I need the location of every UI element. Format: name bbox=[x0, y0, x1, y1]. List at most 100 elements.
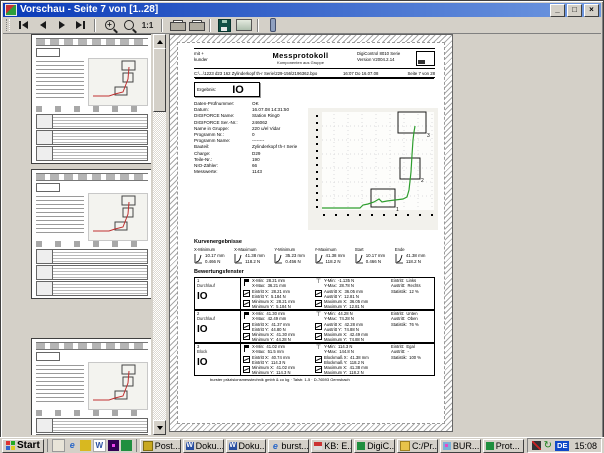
first-page-button[interactable] bbox=[14, 18, 33, 32]
window-label-2: 2 bbox=[421, 178, 424, 184]
thumb-curve bbox=[89, 59, 145, 103]
close-button[interactable]: × bbox=[584, 4, 599, 17]
page-indicator: Seite 7 von 28 bbox=[399, 71, 435, 76]
folder-icon bbox=[400, 441, 410, 451]
thumbnail-scrollbar[interactable] bbox=[153, 34, 166, 435]
thumb-result-box bbox=[36, 183, 60, 192]
protocol-header: mit + kunder Messprotokoll Komponenten a… bbox=[194, 48, 435, 69]
window-title: Vorschau - Seite 7 von [1..28] bbox=[20, 3, 158, 17]
curve-result: Y-Maximum 41.38 mm118.2 N bbox=[315, 247, 355, 264]
mini-curve-icon bbox=[274, 253, 283, 264]
curve-result: X-Maximum 41.38 mm118.2 N bbox=[234, 247, 274, 264]
window-icon bbox=[243, 366, 250, 373]
attach-button[interactable] bbox=[263, 18, 282, 32]
page-content-area: mit + kunder Messprotokoll Komponenten a… bbox=[177, 42, 445, 424]
language-indicator[interactable]: DE bbox=[555, 441, 569, 451]
header-left-line2: kunder bbox=[194, 57, 244, 63]
save-button[interactable] bbox=[215, 18, 234, 32]
toolbar-grip[interactable] bbox=[6, 19, 10, 31]
minimize-button[interactable]: _ bbox=[550, 4, 565, 17]
window-icon bbox=[315, 356, 322, 363]
threshold-icon bbox=[315, 279, 322, 286]
task-button-digic[interactable]: DigiC... bbox=[354, 439, 395, 453]
protocol-icon bbox=[486, 442, 494, 450]
task-button-doku2[interactable]: WDoku... bbox=[226, 439, 267, 453]
flag-icon bbox=[243, 279, 250, 286]
internet-explorer-icon[interactable]: e bbox=[67, 440, 78, 451]
taskbar-clock[interactable]: 15:08 bbox=[572, 441, 597, 451]
window-icon bbox=[315, 300, 322, 307]
green-app-icon[interactable] bbox=[121, 440, 132, 451]
task-button-kb[interactable]: KB: E... bbox=[311, 439, 352, 453]
preview-client-area: mit + kunder Messprotokoll Komponenten a… bbox=[3, 34, 601, 435]
previous-page-icon bbox=[40, 21, 46, 29]
muted-speaker-icon[interactable] bbox=[532, 441, 541, 450]
yellow-app-icon[interactable] bbox=[80, 440, 91, 451]
task-button-doku1[interactable]: WDoku... bbox=[183, 439, 224, 453]
printer-setup-icon bbox=[189, 20, 203, 31]
show-desktop-icon[interactable] bbox=[52, 439, 65, 452]
digicontrol-icon bbox=[357, 442, 365, 450]
page-thumbnail[interactable] bbox=[31, 169, 151, 299]
task-button-bur[interactable]: BUR... bbox=[440, 439, 481, 453]
mini-curve-icon bbox=[355, 253, 364, 264]
scroll-up-button[interactable] bbox=[153, 34, 166, 49]
image-icon bbox=[236, 19, 252, 31]
task-button-prot[interactable]: Prot... bbox=[483, 439, 524, 453]
sync-icon[interactable]: ↻ bbox=[544, 441, 552, 451]
task-button-cpr[interactable]: C:/Pr... bbox=[397, 439, 438, 453]
zoom-100-button[interactable]: 1:1 bbox=[138, 18, 157, 32]
thumbnail-panel bbox=[3, 34, 151, 435]
scroll-down-button[interactable] bbox=[153, 420, 166, 435]
curve-result: Y-Minimum 35.23 mm0.456 N bbox=[274, 247, 314, 264]
window-icon bbox=[315, 366, 322, 373]
print-datetime: 16:07 Do 16.07.08 bbox=[343, 71, 399, 76]
restore-button[interactable]: □ bbox=[567, 4, 582, 17]
protocol-title: Messprotokoll bbox=[244, 51, 357, 60]
thumb-chart bbox=[88, 58, 148, 106]
next-page-icon bbox=[59, 21, 65, 29]
evaluation-table: 1 Durchlauf IO X-Min: 28.21 mmX-Max: 36.… bbox=[194, 277, 435, 376]
previous-page-button[interactable] bbox=[33, 18, 52, 32]
zoom-100-icon: 1:1 bbox=[142, 21, 154, 30]
attachment-icon bbox=[270, 18, 276, 32]
task-button-burst[interactable]: eburst... bbox=[268, 439, 309, 453]
flag-icon bbox=[243, 345, 250, 352]
company-logo bbox=[416, 51, 435, 66]
toolbar-separator bbox=[209, 19, 211, 32]
printer-icon bbox=[170, 20, 184, 31]
task-button-post[interactable]: Post... bbox=[140, 439, 181, 453]
arrow-up-icon bbox=[157, 40, 163, 44]
threshold-icon bbox=[315, 345, 322, 352]
mini-curve-icon bbox=[395, 253, 404, 264]
thumb-curve bbox=[89, 363, 145, 407]
thumb-curve bbox=[89, 194, 145, 238]
last-page-button[interactable] bbox=[71, 18, 90, 32]
toolbar-separator bbox=[161, 19, 163, 32]
print-button[interactable] bbox=[167, 18, 186, 32]
export-image-button[interactable] bbox=[234, 18, 253, 32]
next-page-button[interactable] bbox=[52, 18, 71, 32]
quick-launch: e W bbox=[47, 439, 137, 452]
thumb-chart bbox=[88, 362, 148, 410]
title-bar[interactable]: Vorschau - Seite 7 von [1..28] _ □ × bbox=[3, 3, 601, 17]
result-value: IO bbox=[219, 84, 257, 96]
zoom-in-button[interactable]: + bbox=[100, 18, 119, 32]
measurement-chart: 1 2 3 bbox=[308, 108, 438, 230]
start-button[interactable]: Start bbox=[2, 439, 44, 453]
word-icon[interactable]: W bbox=[93, 439, 106, 452]
print-setup-button[interactable] bbox=[186, 18, 205, 32]
protocol-subtitle: Komponenten aus Gruppe bbox=[244, 60, 357, 65]
curve-result: Start 10.17 mm0.466 N bbox=[355, 247, 395, 264]
page-thumbnail[interactable] bbox=[31, 338, 151, 435]
thumb-result-box bbox=[36, 48, 60, 57]
window-icon bbox=[243, 333, 250, 340]
arrow-down-icon bbox=[157, 426, 163, 430]
zoom-out-button[interactable] bbox=[119, 18, 138, 32]
media-app-icon[interactable] bbox=[108, 440, 119, 451]
mini-curve-icon bbox=[234, 253, 243, 264]
page-thumbnail[interactable] bbox=[31, 34, 151, 164]
window-icon bbox=[243, 290, 250, 297]
row-result: IO bbox=[197, 291, 238, 302]
scrollbar-thumb[interactable] bbox=[153, 48, 166, 112]
